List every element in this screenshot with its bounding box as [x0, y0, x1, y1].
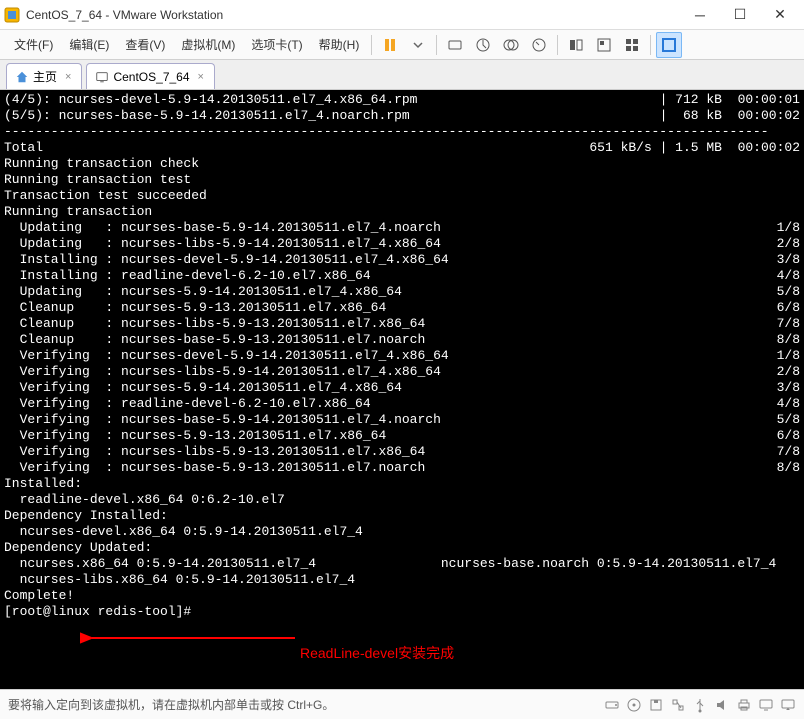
network-icon[interactable]: [670, 697, 686, 713]
menu-view[interactable]: 查看(V): [117, 32, 173, 57]
unity-button[interactable]: [591, 32, 617, 58]
cd-icon[interactable]: [626, 697, 642, 713]
vmware-app-icon: [4, 7, 20, 23]
display-icon[interactable]: [758, 697, 774, 713]
terminal-line: ncurses.x86_64 0:5.9-14.20130511.el7_4 n…: [4, 556, 800, 572]
thumbnail-button[interactable]: [619, 32, 645, 58]
terminal-line: Verifying : ncurses-base-5.9-14.20130511…: [4, 412, 800, 428]
snapshot-manager-button[interactable]: [498, 32, 524, 58]
terminal-line: (5/5): ncurses-base-5.9-14.20130511.el7_…: [4, 108, 800, 124]
tab-vm[interactable]: CentOS_7_64 ×: [86, 63, 215, 89]
status-icons: [604, 697, 796, 713]
window-controls: ─ ☐ ✕: [680, 0, 800, 30]
menu-separator: [371, 35, 372, 55]
menu-tabs[interactable]: 选项卡(T): [243, 32, 310, 57]
send-cad-button[interactable]: [442, 32, 468, 58]
terminal-line: Updating : ncurses-base-5.9-14.20130511.…: [4, 220, 800, 236]
terminal-line: Verifying : ncurses-devel-5.9-14.2013051…: [4, 348, 800, 364]
terminal-line: Verifying : ncurses-5.9-14.20130511.el7_…: [4, 380, 800, 396]
terminal-line: Verifying : ncurses-libs-5.9-13.20130511…: [4, 444, 800, 460]
minimize-button[interactable]: ─: [680, 0, 720, 30]
terminal-line: Verifying : readline-devel-6.2-10.el7.x8…: [4, 396, 800, 412]
titlebar: CentOS_7_64 - VMware Workstation ─ ☐ ✕: [0, 0, 804, 30]
terminal-line: Verifying : ncurses-libs-5.9-14.20130511…: [4, 364, 800, 380]
terminal-line: (4/5): ncurses-devel-5.9-14.20130511.el7…: [4, 92, 800, 108]
terminal-line: Updating : ncurses-5.9-14.20130511.el7_4…: [4, 284, 800, 300]
menu-vm[interactable]: 虚拟机(M): [173, 32, 243, 57]
tabbar: 主页 × CentOS_7_64 ×: [0, 60, 804, 90]
snapshot-button[interactable]: [470, 32, 496, 58]
close-button[interactable]: ✕: [760, 0, 800, 30]
terminal-line: Verifying : ncurses-5.9-13.20130511.el7.…: [4, 428, 800, 444]
hdd-icon[interactable]: [604, 697, 620, 713]
menu-separator: [650, 35, 651, 55]
tab-vm-label: CentOS_7_64: [113, 70, 189, 84]
tab-home-label: 主页: [33, 68, 57, 85]
annotation-arrow: [80, 628, 300, 653]
printer-icon[interactable]: [736, 697, 752, 713]
power-dropdown-icon[interactable]: [405, 32, 431, 58]
terminal-line: ncurses-libs.x86_64 0:5.9-14.20130511.el…: [4, 572, 800, 588]
terminal-line: Verifying : ncurses-base-5.9-13.20130511…: [4, 460, 800, 476]
statusbar-text: 要将输入定向到该虚拟机，请在虚拟机内部单击或按 Ctrl+G。: [8, 696, 334, 713]
terminal-line: Installing : readline-devel-6.2-10.el7.x…: [4, 268, 800, 284]
statusbar: 要将输入定向到该虚拟机，请在虚拟机内部单击或按 Ctrl+G。: [0, 689, 804, 719]
terminal-line: Dependency Updated:: [4, 540, 800, 556]
menu-separator: [436, 35, 437, 55]
floppy-icon[interactable]: [648, 697, 664, 713]
window-title: CentOS_7_64 - VMware Workstation: [26, 8, 680, 22]
terminal-line: Cleanup : ncurses-base-5.9-13.20130511.e…: [4, 332, 800, 348]
terminal-line: readline-devel.x86_64 0:6.2-10.el7: [4, 492, 800, 508]
tab-vm-close[interactable]: ×: [196, 71, 206, 83]
tab-home-close[interactable]: ×: [63, 71, 73, 83]
message-icon[interactable]: [780, 697, 796, 713]
terminal-line: ----------------------------------------…: [4, 124, 800, 140]
annotation-text: ReadLine-devel安装完成: [300, 645, 454, 661]
terminal-line: Transaction test succeeded: [4, 188, 800, 204]
menu-file[interactable]: 文件(F): [6, 32, 61, 57]
terminal-line: Installing : ncurses-devel-5.9-14.201305…: [4, 252, 800, 268]
home-icon: [15, 70, 29, 84]
terminal-line: Running transaction test: [4, 172, 800, 188]
tab-home[interactable]: 主页 ×: [6, 63, 82, 89]
menu-edit[interactable]: 编辑(E): [61, 32, 117, 57]
usb-icon[interactable]: [692, 697, 708, 713]
menu-help[interactable]: 帮助(H): [311, 32, 368, 57]
terminal-line: Total651 kB/s | 1.5 MB 00:00:02: [4, 140, 800, 156]
terminal-line: Installed:: [4, 476, 800, 492]
terminal-line: Dependency Installed:: [4, 508, 800, 524]
menu-separator: [557, 35, 558, 55]
terminal-line: [root@linux redis-tool]#: [4, 604, 800, 620]
terminal-line: Running transaction check: [4, 156, 800, 172]
revert-snapshot-button[interactable]: [526, 32, 552, 58]
sound-icon[interactable]: [714, 697, 730, 713]
terminal-line: Complete!: [4, 588, 800, 604]
terminal-line: ncurses-devel.x86_64 0:5.9-14.20130511.e…: [4, 524, 800, 540]
pause-button[interactable]: [377, 32, 403, 58]
maximize-button[interactable]: ☐: [720, 0, 760, 30]
vm-icon: [95, 70, 109, 84]
terminal-line: Cleanup : ncurses-5.9-13.20130511.el7.x8…: [4, 300, 800, 316]
terminal-line: Updating : ncurses-libs-5.9-14.20130511.…: [4, 236, 800, 252]
fullscreen-button[interactable]: [656, 32, 682, 58]
terminal-output[interactable]: (4/5): ncurses-devel-5.9-14.20130511.el7…: [0, 90, 804, 689]
terminal-line: Cleanup : ncurses-libs-5.9-13.20130511.e…: [4, 316, 800, 332]
terminal-line: Running transaction: [4, 204, 800, 220]
menubar: 文件(F) 编辑(E) 查看(V) 虚拟机(M) 选项卡(T) 帮助(H): [0, 30, 804, 60]
view-mode-button[interactable]: [563, 32, 589, 58]
